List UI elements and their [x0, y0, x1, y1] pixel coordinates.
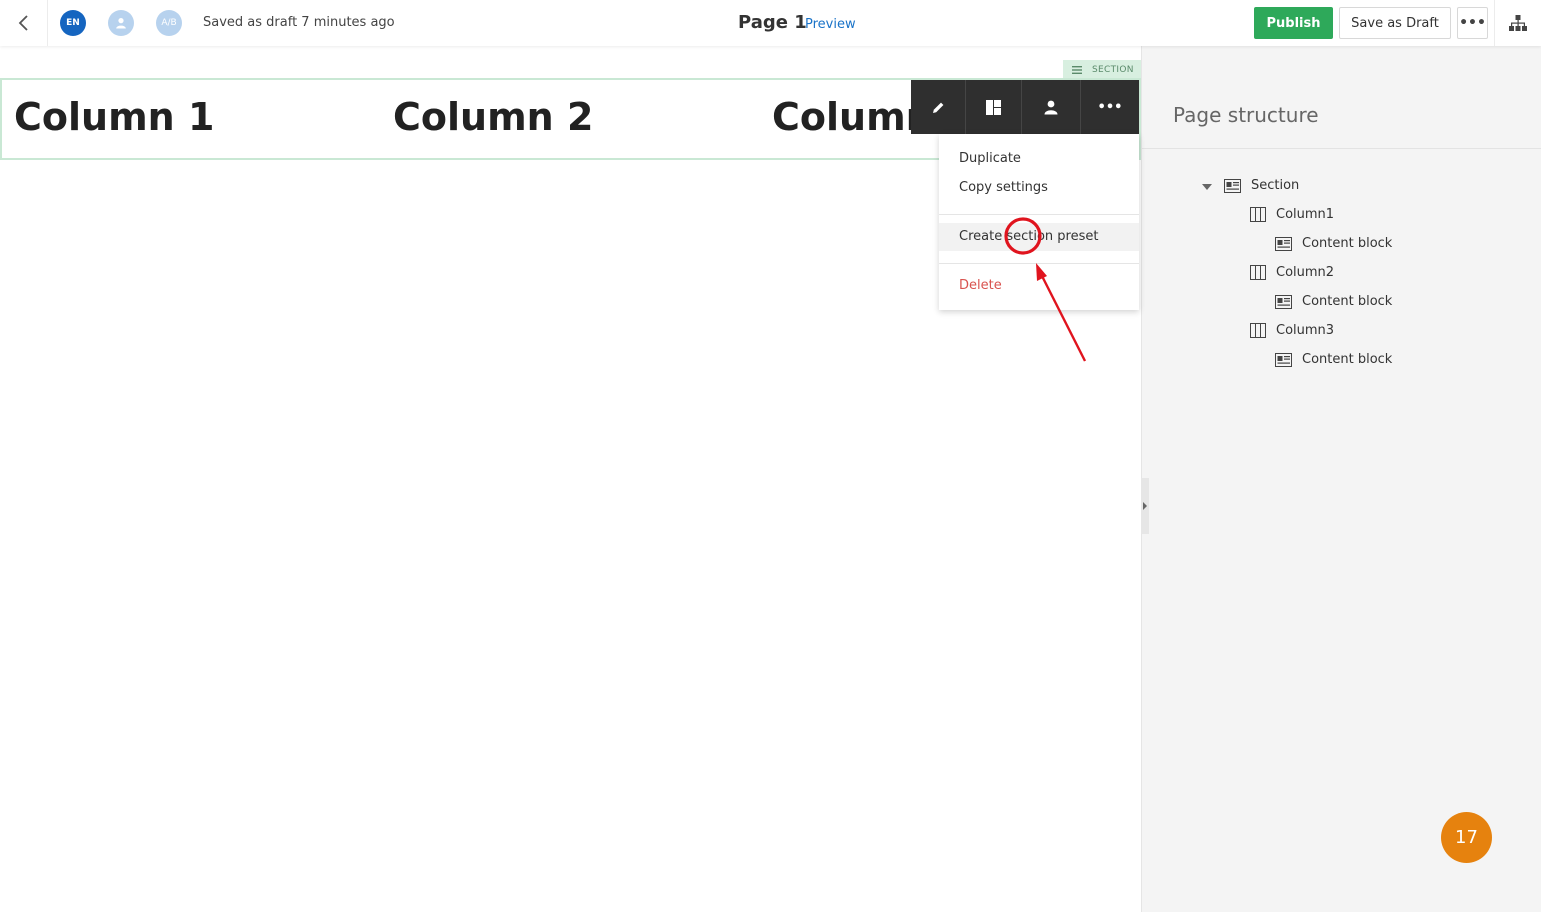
- panel-divider: [1142, 148, 1541, 149]
- column-2-heading[interactable]: Column 2: [393, 95, 593, 139]
- back-button[interactable]: [0, 0, 48, 46]
- more-icon: •••: [1459, 15, 1486, 31]
- panel-title: Page structure: [1173, 103, 1319, 127]
- top-bar: EN A/B Saved as draft 7 minutes ago Page…: [0, 0, 1541, 46]
- menu-divider: [939, 263, 1139, 264]
- content-block-icon: [1275, 294, 1292, 309]
- expand-caret-icon[interactable]: [1202, 184, 1212, 190]
- menu-item-create-section-preset[interactable]: Create section preset: [939, 223, 1139, 251]
- chevron-left-icon: [18, 15, 28, 31]
- layout-button[interactable]: [966, 80, 1022, 134]
- person-icon: [1044, 100, 1058, 114]
- save-as-draft-button[interactable]: Save as Draft: [1339, 7, 1451, 39]
- ab-label: A/B: [161, 18, 177, 28]
- persona-button[interactable]: [108, 10, 134, 36]
- saved-status: Saved as draft 7 minutes ago: [203, 15, 395, 30]
- preview-link[interactable]: Preview: [805, 17, 856, 32]
- menu-item-copy-settings[interactable]: Copy settings: [939, 174, 1139, 202]
- column-icon: [1250, 323, 1266, 338]
- column-icon: [1250, 207, 1266, 222]
- menu-item-delete[interactable]: Delete: [939, 272, 1139, 300]
- section-toolbar: •••: [911, 80, 1139, 134]
- section-tag[interactable]: SECTION: [1063, 60, 1141, 79]
- language-badge[interactable]: EN: [60, 10, 86, 36]
- tree-item-column1[interactable]: Column1: [1250, 207, 1334, 222]
- page-title: Page 1: [738, 12, 807, 33]
- personalize-button[interactable]: [1022, 80, 1081, 134]
- column-1-heading[interactable]: Column 1: [14, 95, 214, 139]
- tree-item-section[interactable]: Section: [1224, 178, 1299, 193]
- person-icon: [116, 18, 126, 29]
- layout-icon: [986, 99, 1001, 115]
- tree-item-label: Content block: [1302, 352, 1393, 367]
- section-context-menu: Duplicate Copy settings Create section p…: [939, 134, 1139, 310]
- tree-item-label: Content block: [1302, 294, 1393, 309]
- menu-item-duplicate[interactable]: Duplicate: [939, 145, 1139, 173]
- content-block-icon: [1275, 352, 1292, 367]
- tree-item-label: Section: [1251, 178, 1300, 193]
- page-structure-toggle[interactable]: [1494, 0, 1541, 46]
- tree-item-label: Column2: [1276, 265, 1335, 280]
- column-3-heading[interactable]: Column: [772, 95, 933, 139]
- pencil-icon: [932, 102, 943, 113]
- drag-handle-icon: [1072, 65, 1082, 74]
- language-label: EN: [66, 18, 80, 28]
- tree-item-content-block-1[interactable]: Content block: [1275, 236, 1392, 251]
- tree-item-content-block-3[interactable]: Content block: [1275, 352, 1392, 367]
- section-tag-label: SECTION: [1092, 64, 1134, 75]
- tree-item-label: Column1: [1276, 207, 1335, 222]
- notification-badge[interactable]: 17: [1441, 812, 1492, 863]
- publish-button[interactable]: Publish: [1254, 7, 1333, 39]
- chevron-right-icon: [1143, 502, 1147, 510]
- collapse-panel-handle[interactable]: [1141, 478, 1149, 534]
- more-icon: •••: [1097, 99, 1123, 115]
- page-canvas: SECTION Column 1 Column 2 Column ••• Dup…: [0, 46, 1141, 912]
- section-icon: [1224, 178, 1241, 193]
- toolbar-more-button[interactable]: •••: [1081, 80, 1139, 134]
- ab-test-button[interactable]: A/B: [156, 10, 182, 36]
- menu-divider: [939, 214, 1139, 215]
- sitemap-icon: [1509, 15, 1527, 31]
- tree-item-column2[interactable]: Column2: [1250, 265, 1334, 280]
- content-block-icon: [1275, 236, 1292, 251]
- more-options-button[interactable]: •••: [1457, 7, 1488, 39]
- edit-button[interactable]: [911, 80, 966, 134]
- tree-item-content-block-2[interactable]: Content block: [1275, 294, 1392, 309]
- tree-item-label: Content block: [1302, 236, 1393, 251]
- tree-item-label: Column3: [1276, 323, 1335, 338]
- tree-item-column3[interactable]: Column3: [1250, 323, 1334, 338]
- page-structure-panel: Page structure Section Column1 Content b…: [1141, 46, 1541, 912]
- column-icon: [1250, 265, 1266, 280]
